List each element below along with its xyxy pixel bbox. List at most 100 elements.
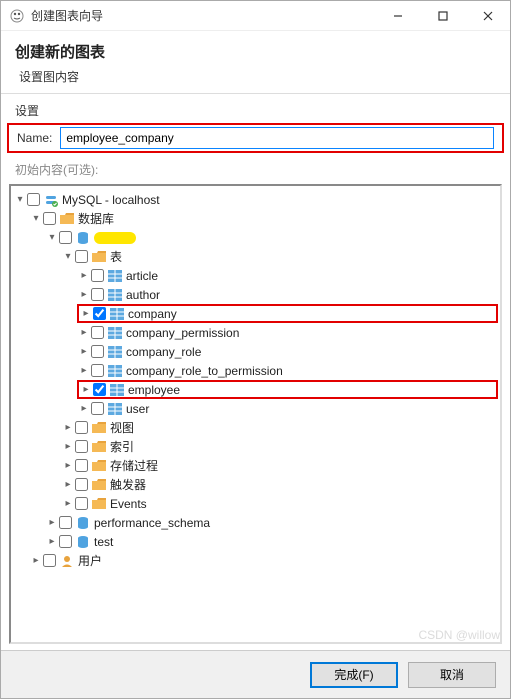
tree-node-table[interactable]: ▸ company_role_to_permission — [13, 361, 498, 380]
maximize-button[interactable] — [420, 1, 465, 31]
tree-node-table[interactable]: ▸ company_role — [13, 342, 498, 361]
tree-node-table[interactable]: ▸ author — [13, 285, 498, 304]
table-icon — [107, 401, 123, 417]
node-label: test — [94, 535, 113, 549]
settings-section-label: 设置 — [1, 94, 510, 121]
name-input[interactable] — [60, 127, 494, 149]
table-icon — [107, 325, 123, 341]
minimize-button[interactable] — [375, 1, 420, 31]
node-label: company — [128, 307, 177, 321]
tree-node-databases[interactable]: ▾ 数据库 — [13, 209, 498, 228]
name-label: Name: — [17, 131, 52, 145]
tree-node-perf[interactable]: ▸ performance_schema — [13, 513, 498, 532]
table-icon — [109, 382, 125, 398]
page-subtitle: 设置图内容 — [19, 68, 496, 85]
chevron-right-icon[interactable]: ▸ — [61, 422, 75, 433]
table-icon — [107, 268, 123, 284]
table-icon — [107, 287, 123, 303]
tree-node-tables[interactable]: ▾ 表 — [13, 247, 498, 266]
tree-container[interactable]: ▾ MySQL - localhost ▾ 数据库 ▾ ▾ 表 ▸ articl… — [9, 184, 502, 644]
chevron-right-icon[interactable]: ▸ — [79, 308, 93, 319]
node-label: Events — [110, 497, 147, 511]
page-title: 创建新的图表 — [15, 41, 496, 62]
chevron-right-icon[interactable]: ▸ — [79, 384, 93, 395]
tree-node-views[interactable]: ▸ 视图 — [13, 418, 498, 437]
chevron-right-icon[interactable]: ▸ — [61, 479, 75, 490]
mysql-icon — [43, 192, 59, 208]
tree-node-events[interactable]: ▸ Events — [13, 494, 498, 513]
folder-icon — [59, 211, 75, 227]
checkbox[interactable] — [75, 478, 88, 491]
tree-node-table-employee[interactable]: ▸ employee — [77, 380, 498, 399]
tree-node-users[interactable]: ▸ 用户 — [13, 551, 498, 570]
checkbox[interactable] — [75, 421, 88, 434]
node-label: 视图 — [110, 419, 134, 436]
table-icon — [107, 363, 123, 379]
node-label: MySQL - localhost — [62, 193, 160, 207]
checkbox[interactable] — [75, 440, 88, 453]
checkbox[interactable] — [43, 554, 56, 567]
finish-button[interactable]: 完成(F) — [310, 662, 398, 688]
chevron-right-icon[interactable]: ▸ — [45, 536, 59, 547]
node-label: 存储过程 — [110, 457, 158, 474]
chevron-right-icon[interactable]: ▸ — [77, 327, 91, 338]
tree-node-table[interactable]: ▸ company_permission — [13, 323, 498, 342]
chevron-right-icon[interactable]: ▸ — [77, 403, 91, 414]
wizard-header: 创建新的图表 设置图内容 — [1, 31, 510, 94]
titlebar: 创建图表向导 — [1, 1, 510, 31]
node-label: company_role_to_permission — [126, 364, 283, 378]
chevron-down-icon[interactable]: ▾ — [45, 232, 59, 243]
node-label: 索引 — [110, 438, 134, 455]
checkbox[interactable] — [91, 326, 104, 339]
tree-node-triggers[interactable]: ▸ 触发器 — [13, 475, 498, 494]
node-label: performance_schema — [94, 516, 210, 530]
chevron-right-icon[interactable]: ▸ — [77, 365, 91, 376]
tree-node-table[interactable]: ▸ article — [13, 266, 498, 285]
checkbox[interactable] — [59, 535, 72, 548]
tree-node-procedures[interactable]: ▸ 存储过程 — [13, 456, 498, 475]
folder-icon — [91, 439, 107, 455]
chevron-down-icon[interactable]: ▾ — [13, 194, 27, 205]
checkbox[interactable] — [75, 497, 88, 510]
cancel-button[interactable]: 取消 — [408, 662, 496, 688]
node-label: 表 — [110, 248, 122, 265]
checkbox[interactable] — [91, 269, 104, 282]
database-icon — [75, 515, 91, 531]
checkbox[interactable] — [93, 383, 106, 396]
tree-node-indexes[interactable]: ▸ 索引 — [13, 437, 498, 456]
checkbox[interactable] — [59, 231, 72, 244]
tree-node-schema[interactable]: ▾ — [13, 228, 498, 247]
chevron-right-icon[interactable]: ▸ — [61, 498, 75, 509]
folder-icon — [91, 420, 107, 436]
chevron-down-icon[interactable]: ▾ — [29, 213, 43, 224]
folder-icon — [91, 477, 107, 493]
checkbox[interactable] — [27, 193, 40, 206]
chevron-right-icon[interactable]: ▸ — [61, 441, 75, 452]
checkbox[interactable] — [43, 212, 56, 225]
checkbox[interactable] — [91, 402, 104, 415]
checkbox[interactable] — [91, 364, 104, 377]
tree-node-table-company[interactable]: ▸ company — [77, 304, 498, 323]
checkbox[interactable] — [93, 307, 106, 320]
chevron-right-icon[interactable]: ▸ — [29, 555, 43, 566]
chevron-right-icon[interactable]: ▸ — [77, 270, 91, 281]
checkbox[interactable] — [59, 516, 72, 529]
checkbox[interactable] — [91, 345, 104, 358]
node-label: 触发器 — [110, 476, 146, 493]
chevron-down-icon[interactable]: ▾ — [61, 251, 75, 262]
checkbox[interactable] — [75, 459, 88, 472]
close-button[interactable] — [465, 1, 510, 31]
tree-node-test[interactable]: ▸ test — [13, 532, 498, 551]
table-icon — [109, 306, 125, 322]
chevron-right-icon[interactable]: ▸ — [77, 289, 91, 300]
node-label: author — [126, 288, 160, 302]
checkbox[interactable] — [91, 288, 104, 301]
chevron-right-icon[interactable]: ▸ — [77, 346, 91, 357]
name-row: Name: — [7, 123, 504, 153]
node-label: article — [126, 269, 158, 283]
chevron-right-icon[interactable]: ▸ — [45, 517, 59, 528]
checkbox[interactable] — [75, 250, 88, 263]
tree-node-root[interactable]: ▾ MySQL - localhost — [13, 190, 498, 209]
tree-node-table[interactable]: ▸ user — [13, 399, 498, 418]
chevron-right-icon[interactable]: ▸ — [61, 460, 75, 471]
